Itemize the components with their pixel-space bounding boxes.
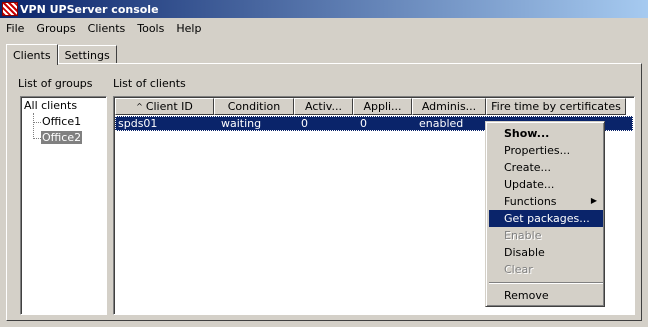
menu-item-label: Create... xyxy=(504,161,552,174)
tab-clients[interactable]: Clients xyxy=(6,44,58,65)
menu-groups[interactable]: Groups xyxy=(32,22,79,35)
menu-item-label: Show... xyxy=(504,127,550,140)
menu-item-show[interactable]: Show... xyxy=(489,125,603,142)
menu-separator xyxy=(489,282,603,284)
column-header-client-id[interactable]: ^ Client ID xyxy=(115,98,214,115)
tab-settings[interactable]: Settings xyxy=(57,45,117,64)
tree-item-office1[interactable]: Office1 xyxy=(42,115,81,128)
column-header-admin[interactable]: Adminis... xyxy=(412,98,486,115)
tab-strip: Clients Settings xyxy=(6,43,117,65)
cell-admin: enabled xyxy=(419,117,464,130)
menu-clients[interactable]: Clients xyxy=(84,22,130,35)
column-headers: ^ Client ID Condition Activ... Appli... … xyxy=(115,98,626,115)
submenu-arrow-icon: ▶ xyxy=(590,196,597,205)
sort-ascending-icon: ^ xyxy=(136,102,143,111)
column-header-active[interactable]: Activ... xyxy=(294,98,353,115)
menu-item-label: Get packages... xyxy=(504,212,590,225)
menu-tools[interactable]: Tools xyxy=(133,22,168,35)
column-header-fire-time[interactable]: Fire time by certificates xyxy=(486,98,626,115)
menu-item-clear[interactable]: Clear xyxy=(489,261,603,278)
menu-item-label: Clear xyxy=(504,263,533,276)
groups-label: List of groups xyxy=(18,77,93,90)
clients-label: List of clients xyxy=(113,77,186,90)
menu-bar: File Groups Clients Tools Help xyxy=(0,18,648,38)
menu-file[interactable]: File xyxy=(2,22,28,35)
title-bar[interactable]: VPN UPServer console xyxy=(0,0,648,18)
column-header-condition[interactable]: Condition xyxy=(214,98,294,115)
menu-help[interactable]: Help xyxy=(172,22,205,35)
groups-tree[interactable]: All clients Office1 Office2 xyxy=(20,96,107,315)
context-menu: Show... Properties... Create... Update..… xyxy=(485,121,605,307)
menu-item-label: Disable xyxy=(504,246,545,259)
cell-applied: 0 xyxy=(360,117,367,130)
tree-connector xyxy=(33,138,41,139)
menu-item-remove[interactable]: Remove xyxy=(489,287,603,304)
menu-item-functions[interactable]: Functions ▶ xyxy=(489,193,603,210)
menu-item-label: Remove xyxy=(504,289,549,302)
menu-item-create[interactable]: Create... xyxy=(489,159,603,176)
menu-item-label: Update... xyxy=(504,178,555,191)
cell-client-id: spds01 xyxy=(118,117,158,130)
menu-item-enable[interactable]: Enable xyxy=(489,227,603,244)
menu-item-properties[interactable]: Properties... xyxy=(489,142,603,159)
menu-item-label: Functions xyxy=(504,195,557,208)
menu-item-get-packages[interactable]: Get packages... xyxy=(489,210,603,227)
tree-connector xyxy=(33,113,34,139)
column-header-applied[interactable]: Appli... xyxy=(353,98,412,115)
menu-item-update[interactable]: Update... xyxy=(489,176,603,193)
vpn-app-icon xyxy=(2,2,18,16)
tree-connector xyxy=(33,122,41,123)
menu-item-label: Enable xyxy=(504,229,542,242)
cell-condition: waiting xyxy=(221,117,262,130)
menu-item-label: Properties... xyxy=(504,144,571,157)
window-title: VPN UPServer console xyxy=(20,2,159,16)
tree-item-office2[interactable]: Office2 xyxy=(41,131,83,144)
column-header-label: Client ID xyxy=(145,100,193,113)
menu-item-disable[interactable]: Disable xyxy=(489,244,603,261)
cell-active: 0 xyxy=(301,117,308,130)
tree-item-all-clients[interactable]: All clients xyxy=(24,99,77,112)
